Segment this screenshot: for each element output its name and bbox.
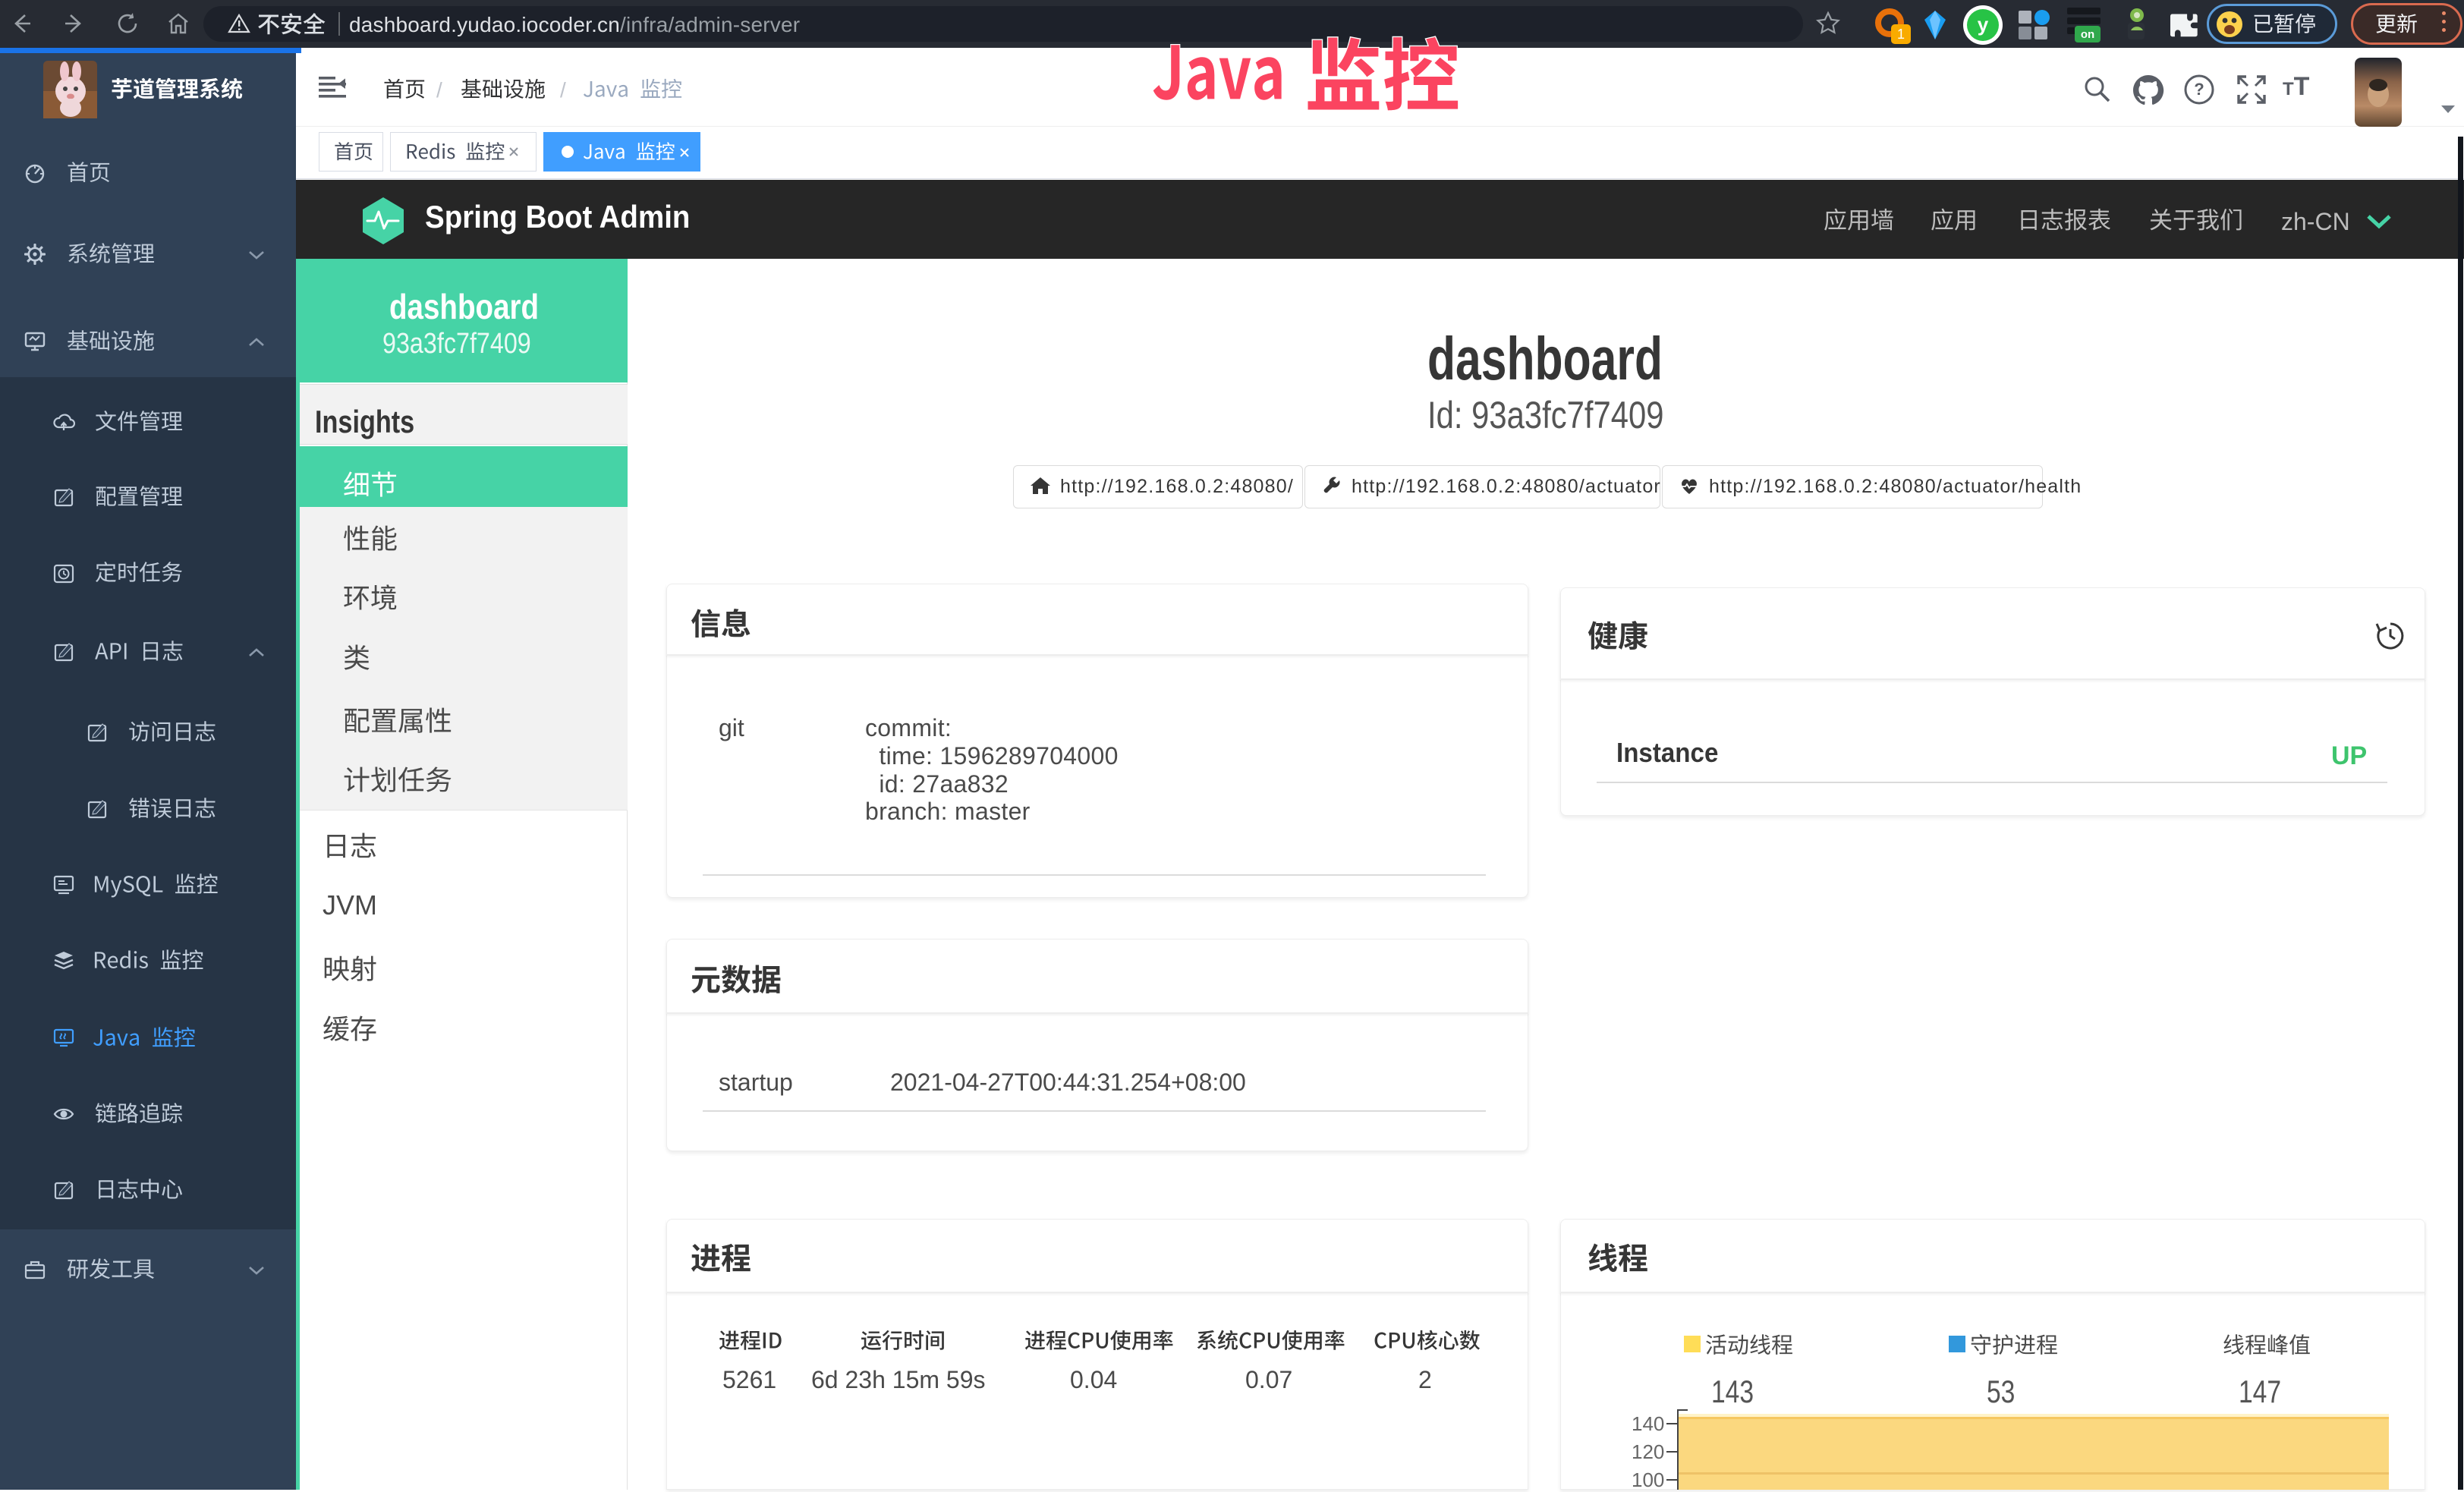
svg-text:1: 1 <box>1897 27 1905 42</box>
svg-text:on: on <box>2081 28 2094 41</box>
svg-text:y: y <box>1978 13 1989 36</box>
svg-text:?: ? <box>2194 80 2204 99</box>
